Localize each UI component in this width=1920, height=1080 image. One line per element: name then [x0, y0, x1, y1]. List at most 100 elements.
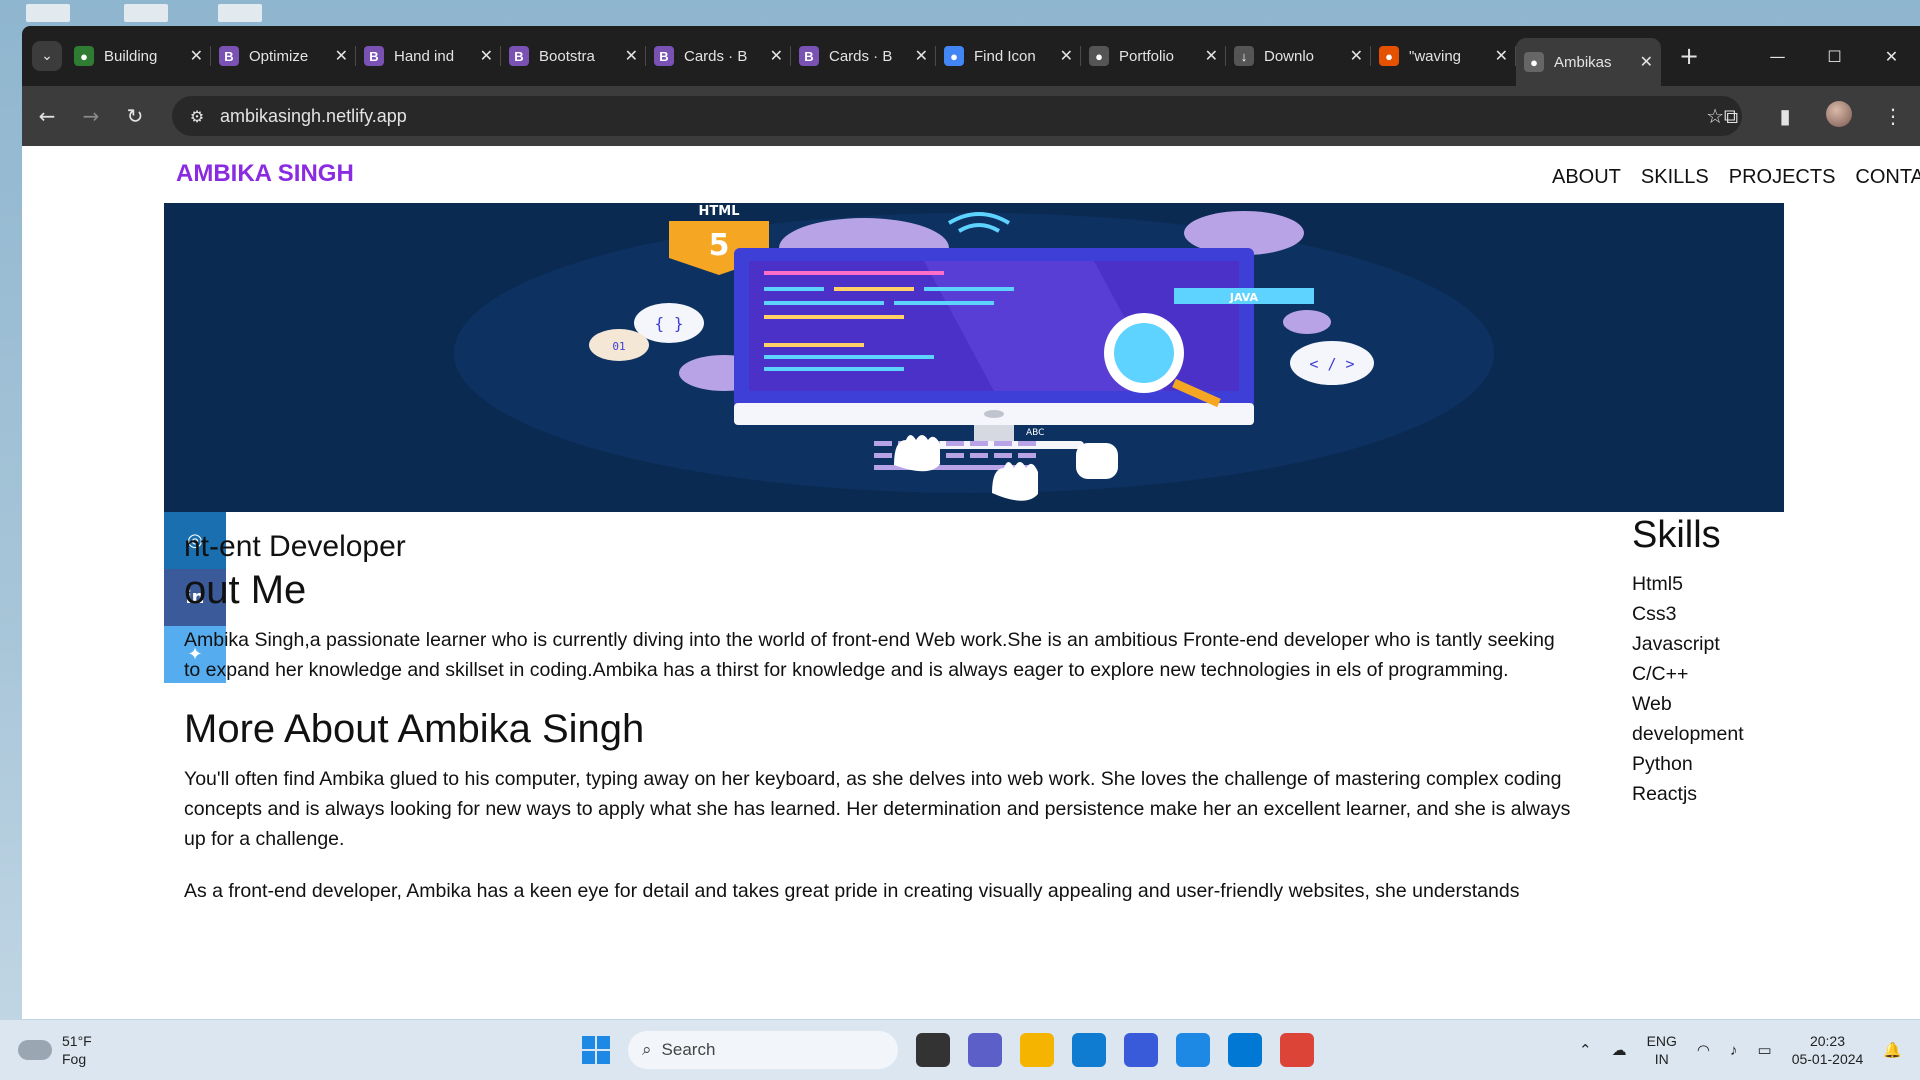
- tab-close-icon[interactable]: ✕: [335, 46, 348, 66]
- tab-9[interactable]: ● "waving ✕: [1371, 36, 1516, 76]
- tab-3[interactable]: B Bootstra ✕: [501, 36, 646, 76]
- lang-bottom: IN: [1654, 1051, 1669, 1067]
- fog-icon: [18, 1040, 52, 1060]
- about-heading: out Me: [184, 568, 307, 612]
- site-brand[interactable]: AMBIKA SINGH: [176, 160, 354, 188]
- windows-start-icon[interactable]: [582, 1036, 610, 1064]
- store-icon[interactable]: [1176, 1033, 1210, 1067]
- download-icon: ↓: [1234, 46, 1254, 66]
- nav-contacts[interactable]: CONTACTS: [1855, 166, 1920, 189]
- tab-search-button[interactable]: ⌄: [32, 41, 62, 71]
- clock-date: 05-01-2024: [1791, 1051, 1864, 1067]
- chrome-icon[interactable]: [1280, 1033, 1314, 1067]
- tab-title: Building: [104, 47, 158, 65]
- skill-item: Css3: [1632, 603, 1677, 625]
- tab-close-icon[interactable]: ✕: [770, 46, 783, 66]
- tag-text: < / >: [1309, 355, 1354, 373]
- task-view-icon[interactable]: [916, 1033, 950, 1067]
- toolbar-actions: ⧉ ▮ ⋮: [1704, 100, 1920, 132]
- address-bar[interactable]: ⚙ ambikasingh.netlify.app ☆: [172, 96, 1742, 136]
- tab-title: Bootstra: [539, 47, 595, 65]
- clock-time: 20:23: [1809, 1033, 1846, 1049]
- lang-top: ENG: [1646, 1033, 1677, 1049]
- close-window-icon[interactable]: ✕: [1863, 47, 1920, 66]
- notification-bell-icon[interactable]: 🔔: [1883, 1041, 1902, 1059]
- codeium-icon: ●: [74, 46, 94, 66]
- onedrive-icon[interactable]: ☁: [1612, 1041, 1627, 1059]
- developer-illustration: HTML 5 JAVA {} 01 < / > ABC: [454, 204, 1494, 501]
- menu-icon[interactable]: ⋮: [1866, 104, 1920, 128]
- tab-6[interactable]: ● Find Icon ✕: [936, 36, 1081, 76]
- tab-close-icon[interactable]: ✕: [915, 46, 928, 66]
- tab-title: Find Icon: [974, 47, 1036, 65]
- file-explorer-icon[interactable]: [1020, 1033, 1054, 1067]
- minimize-icon[interactable]: —: [1749, 47, 1806, 66]
- nav-projects[interactable]: PROJECTS: [1729, 166, 1836, 189]
- url-text[interactable]: ambikasingh.netlify.app: [220, 106, 407, 127]
- chevron-up-icon[interactable]: ⌃: [1579, 1041, 1592, 1059]
- desktop-file-icon[interactable]: [26, 4, 70, 22]
- language-indicator[interactable]: ENG IN: [1647, 1032, 1677, 1068]
- wifi-icon[interactable]: ◠: [1697, 1041, 1710, 1059]
- weather-temp: 51°F: [62, 1033, 92, 1049]
- side-panel-icon[interactable]: ▮: [1758, 104, 1812, 128]
- forward-icon[interactable]: →: [72, 104, 110, 128]
- back-icon[interactable]: ←: [28, 104, 66, 128]
- tab-title: Hand ind: [394, 47, 455, 65]
- tab-close-icon[interactable]: ✕: [1640, 52, 1653, 72]
- abc-label: ABC: [1026, 428, 1044, 438]
- tab-close-icon[interactable]: ✕: [190, 46, 203, 66]
- tab-5[interactable]: B Cards · B ✕: [791, 36, 936, 76]
- nav-about[interactable]: ABOUT: [1552, 166, 1621, 189]
- tab-close-icon[interactable]: ✕: [480, 46, 493, 66]
- bootstrap-icon: B: [509, 46, 529, 66]
- tab-close-icon[interactable]: ✕: [1060, 46, 1073, 66]
- vscode-icon[interactable]: [1228, 1033, 1262, 1067]
- tab-close-icon[interactable]: ✕: [1350, 46, 1363, 66]
- skills-heading: Skills: [1632, 514, 1721, 556]
- skill-item: Web development: [1632, 693, 1744, 745]
- tab-title: Cards · B: [684, 47, 748, 65]
- desktop-file-icon[interactable]: [124, 4, 168, 22]
- window-controls: — ☐ ✕: [1749, 26, 1920, 86]
- hero-banner: HTML 5 JAVA {} 01 < / > ABC: [164, 203, 1784, 512]
- tab-title: Portfolio: [1119, 47, 1175, 65]
- binary-text: 01: [612, 340, 625, 353]
- more-about-paragraph: You'll often find Ambika glued to his co…: [184, 768, 1571, 850]
- tab-2[interactable]: B Hand ind ✕: [356, 36, 501, 76]
- taskbar: 51°F Fog ⌕ Search ⌃ ☁ ENG IN ◠ ♪ ▭ 20:23…: [0, 1020, 1920, 1080]
- extensions-icon[interactable]: ⧉: [1704, 104, 1758, 128]
- tab-close-icon[interactable]: ✕: [1495, 46, 1508, 66]
- tab-7[interactable]: ● Portfolio ✕: [1081, 36, 1226, 76]
- maximize-icon[interactable]: ☐: [1806, 47, 1863, 66]
- desktop-file-icon[interactable]: [218, 4, 262, 22]
- nav-skills[interactable]: SKILLS: [1641, 166, 1709, 189]
- edge-icon[interactable]: [1072, 1033, 1106, 1067]
- tab-10[interactable]: ● Ambikas ✕: [1516, 38, 1661, 86]
- battery-icon[interactable]: ▭: [1758, 1041, 1772, 1059]
- clock[interactable]: 20:23 05-01-2024: [1792, 1032, 1864, 1068]
- new-tab-button[interactable]: +: [1679, 42, 1699, 70]
- tab-4[interactable]: B Cards · B ✕: [646, 36, 791, 76]
- whiteboard-icon[interactable]: [1124, 1033, 1158, 1067]
- tab-close-icon[interactable]: ✕: [625, 46, 638, 66]
- bootstrap-icon: B: [219, 46, 239, 66]
- skill-item: Html5: [1632, 573, 1683, 595]
- java-label: JAVA: [1229, 291, 1259, 304]
- reload-icon[interactable]: ↻: [116, 104, 154, 128]
- tab-8[interactable]: ↓ Downlo ✕: [1226, 36, 1371, 76]
- about-section: nt-ent Developer out Me Ambika Singh,a p…: [184, 512, 1574, 906]
- tab-close-icon[interactable]: ✕: [1205, 46, 1218, 66]
- system-tray: ⌃ ☁ ENG IN ◠ ♪ ▭ 20:23 05-01-2024 🔔: [1579, 1032, 1902, 1068]
- skill-item: Javascript: [1632, 633, 1720, 655]
- site-nav: ABOUT SKILLS PROJECTS CONTACTS: [1552, 166, 1920, 189]
- tab-0[interactable]: ● Building ✕: [66, 36, 211, 76]
- profile-avatar[interactable]: [1812, 100, 1866, 132]
- volume-icon[interactable]: ♪: [1730, 1042, 1738, 1059]
- weather-widget[interactable]: 51°F Fog: [18, 1032, 92, 1068]
- bootstrap-icon: B: [654, 46, 674, 66]
- tab-1[interactable]: B Optimize ✕: [211, 36, 356, 76]
- taskbar-search[interactable]: ⌕ Search: [628, 1031, 898, 1069]
- meet-icon[interactable]: [968, 1033, 1002, 1067]
- site-settings-icon[interactable]: ⚙: [182, 101, 212, 131]
